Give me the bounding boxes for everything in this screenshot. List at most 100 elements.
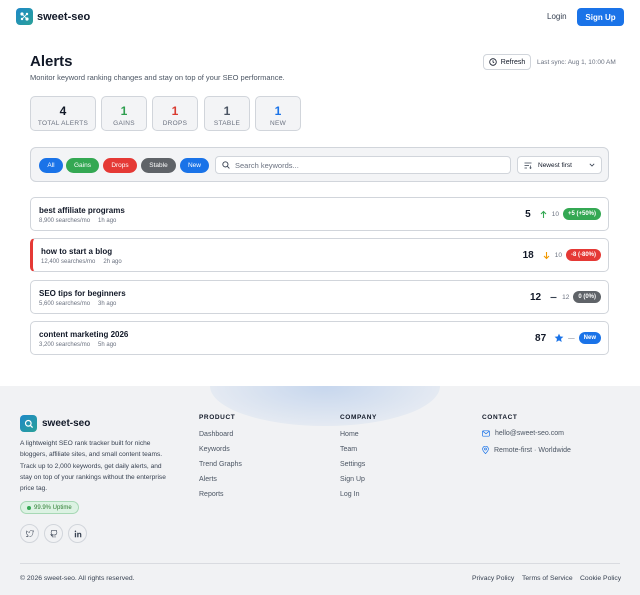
- filter-all-pill[interactable]: All: [39, 158, 63, 173]
- company-heading: COMPANY: [340, 414, 377, 421]
- location-pin-icon: [482, 446, 489, 454]
- keyword-name: how to start a blog: [41, 247, 113, 256]
- cookie-policy-link[interactable]: Cookie Policy: [580, 575, 621, 582]
- contact-heading: CONTACT: [482, 414, 518, 421]
- twitter-icon[interactable]: [20, 524, 39, 543]
- footer-link-alerts[interactable]: Alerts: [199, 476, 217, 483]
- login-link[interactable]: Login: [547, 12, 567, 21]
- star-icon: [554, 333, 564, 342]
- brand-name[interactable]: sweet-seo: [37, 11, 90, 23]
- alert-row[interactable]: content marketing 2026 3,200 searches/mo…: [30, 321, 609, 355]
- change-badge: -8 (-80%): [565, 249, 601, 261]
- refresh-label: Refresh: [500, 58, 526, 66]
- keyword-meta: 5,600 searches/mo 3h ago: [39, 301, 116, 307]
- footer-divider: [20, 563, 620, 564]
- time-ago: 3h ago: [98, 301, 117, 307]
- stat-value: 4: [59, 104, 67, 118]
- filter-drops-pill[interactable]: Drops: [103, 158, 137, 173]
- top-nav: sweet-seo Login Sign Up: [0, 0, 640, 34]
- search-box[interactable]: [215, 156, 511, 174]
- product-heading: PRODUCT: [199, 414, 236, 421]
- keyword-name: best affiliate programs: [39, 206, 125, 215]
- footer-link-home[interactable]: Home: [340, 431, 359, 438]
- footer-glow: [210, 386, 440, 426]
- time-ago: 2h ago: [103, 259, 122, 265]
- search-volume: 8,900 searches/mo: [39, 218, 91, 224]
- contact-location-text: Remote-first · Worldwide: [494, 446, 571, 454]
- previous-rank: 12: [562, 293, 570, 301]
- sort-select[interactable]: Newest first: [517, 156, 602, 174]
- stat-label: NEW: [269, 120, 287, 127]
- time-ago: 5h ago: [98, 342, 117, 348]
- uptime-label: 99.9% Uptime: [34, 504, 72, 511]
- chevron-down-icon: [589, 163, 595, 167]
- refresh-button[interactable]: Refresh: [483, 54, 531, 70]
- search-volume: 5,600 searches/mo: [39, 301, 91, 307]
- status-dot-icon: [27, 505, 31, 510]
- linkedin-icon[interactable]: [68, 524, 87, 543]
- sort-value: Newest first: [538, 161, 572, 169]
- stat-label: STABLE: [213, 120, 241, 127]
- keyword-meta: 3,200 searches/mo 5h ago: [39, 342, 116, 348]
- previous-rank: 10: [554, 251, 562, 259]
- filter-new-pill[interactable]: New: [180, 158, 209, 173]
- stat-label: TOTAL ALERTS: [37, 120, 89, 127]
- keyword-name: content marketing 2026: [39, 330, 129, 339]
- last-sync-text: Last sync: Aug 1, 10:00 AM: [537, 59, 616, 66]
- alert-row[interactable]: SEO tips for beginners 5,600 searches/mo…: [30, 280, 609, 314]
- keyword-name: SEO tips for beginners: [39, 289, 126, 298]
- stat-value: 1: [274, 104, 282, 118]
- current-rank: 12: [529, 291, 542, 303]
- keyword-meta: 8,900 searches/mo 1h ago: [39, 218, 116, 224]
- footer-link-dashboard[interactable]: Dashboard: [199, 431, 233, 438]
- alert-row[interactable]: how to start a blog 12,400 searches/mo 2h…: [30, 238, 609, 272]
- footer-description: A lightweight SEO rank tracker built for…: [20, 440, 166, 493]
- mail-icon: [482, 430, 490, 437]
- footer-logo-icon[interactable]: [20, 415, 37, 432]
- contact-email[interactable]: hello@sweet-seo.com: [482, 430, 564, 437]
- footer-link-team[interactable]: Team: [340, 446, 357, 453]
- footer-brand: sweet-seo: [42, 418, 91, 429]
- privacy-policy-link[interactable]: Privacy Policy: [472, 575, 514, 582]
- footer-link-keywords[interactable]: Keywords: [199, 446, 230, 453]
- footer-link-log-in[interactable]: Log In: [340, 491, 359, 498]
- stat-gains: 1 GAINS: [101, 96, 147, 131]
- search-volume: 12,400 searches/mo: [41, 259, 96, 265]
- stat-drops: 1 DROPS: [152, 96, 198, 131]
- footer-link-settings[interactable]: Settings: [340, 461, 365, 468]
- filter-gains-pill[interactable]: Gains: [66, 158, 99, 173]
- time-ago: 1h ago: [98, 218, 117, 224]
- filter-bar: All Gains Drops Stable New Newest first: [30, 147, 609, 182]
- footer-link-reports[interactable]: Reports: [199, 491, 224, 498]
- clock-icon: [489, 58, 497, 66]
- uptime-badge: 99.9% Uptime: [20, 501, 79, 514]
- search-icon: [222, 161, 230, 169]
- contact-email-text: hello@sweet-seo.com: [495, 430, 564, 437]
- stat-label: DROPS: [162, 120, 188, 127]
- footer-link-sign-up[interactable]: Sign Up: [340, 476, 365, 483]
- current-rank: 87: [535, 332, 547, 344]
- footer-link-trend-graphs[interactable]: Trend Graphs: [199, 461, 242, 468]
- current-rank: 5: [525, 208, 531, 220]
- arrow-up-icon: [540, 210, 547, 218]
- terms-of-service-link[interactable]: Terms of Service: [522, 575, 573, 582]
- change-badge: New: [578, 332, 601, 344]
- signup-button[interactable]: Sign Up: [577, 8, 624, 26]
- alert-row[interactable]: best affiliate programs 8,900 searches/m…: [30, 197, 609, 231]
- previous-rank: —: [568, 334, 575, 342]
- stat-value: 1: [120, 104, 128, 118]
- search-input[interactable]: [235, 160, 495, 170]
- stat-value: 1: [223, 104, 231, 118]
- contact-location: Remote-first · Worldwide: [482, 446, 571, 454]
- footer: sweet-seo A lightweight SEO rank tracker…: [0, 386, 640, 595]
- current-rank: 18: [522, 249, 534, 261]
- filter-stable-pill[interactable]: Stable: [141, 158, 176, 173]
- logo-icon[interactable]: [16, 8, 33, 25]
- change-badge: +5 (+50%): [562, 208, 601, 220]
- keyword-meta: 12,400 searches/mo 2h ago: [41, 259, 122, 265]
- stat-stable: 1 STABLE: [204, 96, 250, 131]
- stat-new: 1 NEW: [255, 96, 301, 131]
- search-volume: 3,200 searches/mo: [39, 342, 91, 348]
- github-icon[interactable]: [44, 524, 63, 543]
- arrow-down-icon: [543, 251, 550, 259]
